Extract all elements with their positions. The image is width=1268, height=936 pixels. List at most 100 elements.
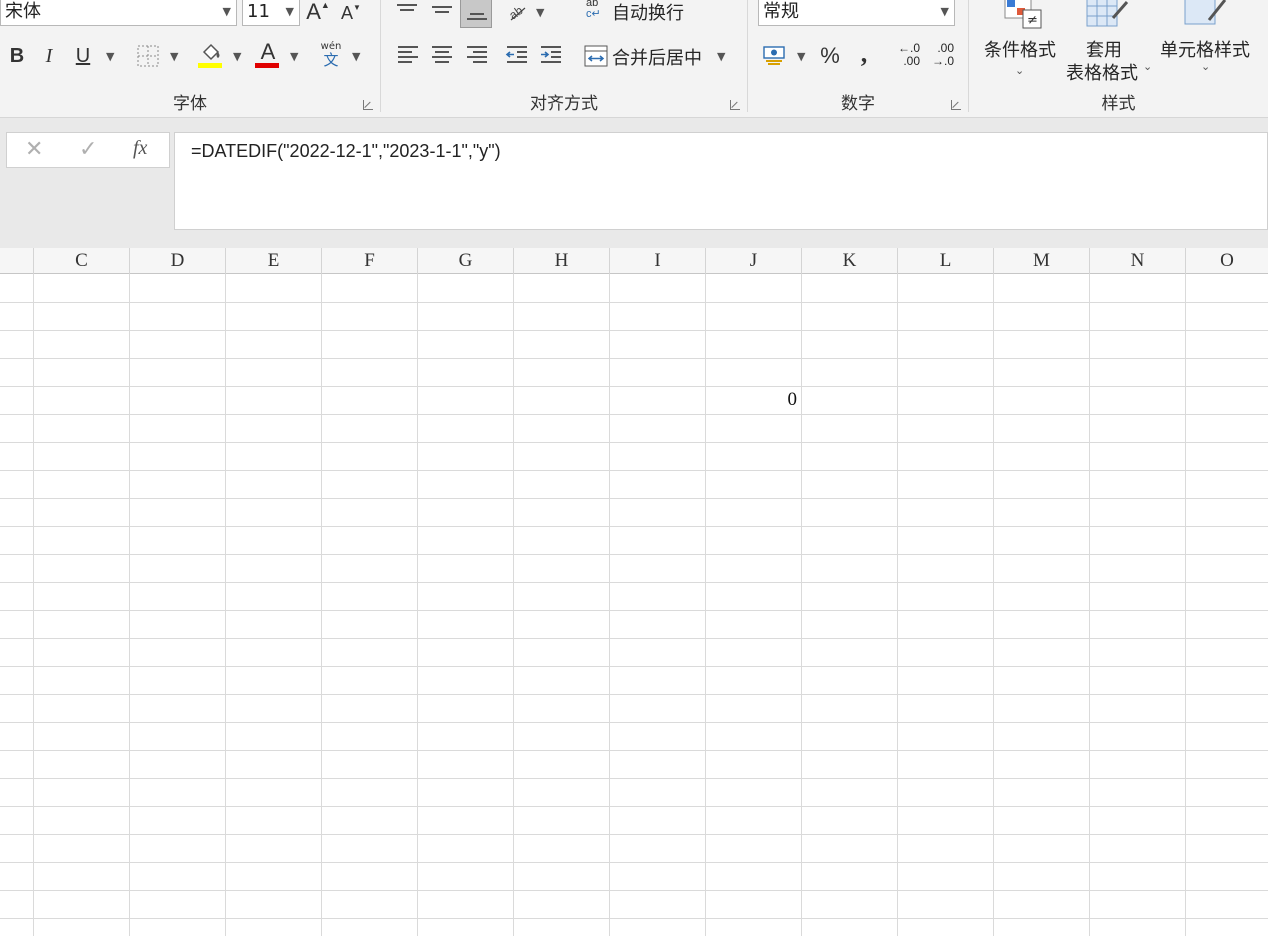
currency-icon	[763, 46, 785, 65]
row-gridline	[0, 750, 1268, 751]
align-middle-icon[interactable]	[432, 6, 452, 16]
font-color-dropdown-chevron-icon[interactable]: ▼	[290, 50, 298, 63]
font-color-button[interactable]: A	[255, 41, 281, 70]
percent-style-button[interactable]: %	[818, 42, 842, 70]
accounting-dropdown-chevron-icon[interactable]: ▼	[797, 50, 805, 63]
align-center-icon[interactable]	[432, 46, 452, 66]
grow-font-icon: A	[306, 0, 321, 24]
column-header-m[interactable]: M	[993, 248, 1089, 274]
increase-decimal-button[interactable]: ←.0 .00	[892, 42, 920, 70]
align-right-icon[interactable]	[467, 46, 487, 66]
chevron-down-icon: ⌄	[1143, 60, 1153, 73]
column-header-partial[interactable]	[0, 248, 33, 274]
percent-icon: %	[820, 43, 840, 68]
text-orientation-icon: ab	[506, 3, 525, 22]
column-header-g[interactable]: G	[417, 248, 513, 274]
column-header-j[interactable]: J	[705, 248, 801, 274]
cancel-icon[interactable]: ✕	[25, 137, 43, 162]
number-dialog-launcher-icon[interactable]	[951, 100, 961, 110]
phonetic-button[interactable]: wén 文	[318, 42, 344, 70]
align-bottom-button[interactable]	[460, 0, 492, 28]
format-as-table-label-line2: 表格格式	[1066, 63, 1138, 84]
column-gridline	[225, 274, 226, 936]
cell-styles-button[interactable]: 单元格样式 ⌄	[1155, 0, 1255, 82]
increase-decimal-bottom: .00	[903, 54, 920, 68]
borders-dropdown-chevron-icon[interactable]: ▼	[170, 50, 178, 63]
borders-icon	[137, 45, 159, 67]
alignment-group-label: 对齐方式	[530, 94, 598, 114]
column-gridline	[1185, 274, 1186, 936]
decrease-decimal-button[interactable]: .00 →.0	[926, 42, 954, 70]
font-dialog-launcher-icon[interactable]	[363, 100, 373, 110]
column-header-k[interactable]: K	[801, 248, 897, 274]
enter-icon[interactable]: ✓	[79, 137, 97, 162]
decrease-indent-button[interactable]	[505, 44, 529, 66]
conditional-formatting-button[interactable]: ≠ 条件格式 ⌄	[977, 0, 1063, 82]
row-gridline	[0, 806, 1268, 807]
row-gridline	[0, 386, 1268, 387]
column-header-c[interactable]: C	[33, 248, 129, 274]
grow-font-button[interactable]: A ▲	[305, 0, 331, 26]
column-gridline	[417, 274, 418, 936]
svg-text:≠: ≠	[1027, 13, 1038, 28]
align-left-icon[interactable]	[398, 46, 418, 66]
column-header-e[interactable]: E	[225, 248, 321, 274]
column-gridline	[609, 274, 610, 936]
font-size-value: 11	[247, 1, 270, 22]
row-gridline	[0, 498, 1268, 499]
align-top-icon[interactable]	[397, 4, 417, 14]
accounting-format-button[interactable]	[762, 44, 788, 68]
number-group: 常规 ▼ ▼ % , ←.0 .00 .00 →.0 数字	[748, 0, 968, 118]
orientation-button[interactable]: ab	[506, 0, 531, 24]
font-name-combo[interactable]: 宋体 ▼	[0, 0, 237, 26]
underline-dropdown-chevron-icon[interactable]: ▼	[106, 50, 114, 63]
column-gridline	[321, 274, 322, 936]
column-header-o[interactable]: O	[1185, 248, 1268, 274]
chevron-down-icon: ▼	[940, 5, 949, 18]
decrease-indent-icon	[505, 46, 527, 63]
formula-input[interactable]: =DATEDIF("2022-12-1","2023-1-1","y")	[174, 132, 1268, 230]
increase-indent-button[interactable]	[539, 44, 563, 66]
row-gridline	[0, 694, 1268, 695]
column-header-l[interactable]: L	[897, 248, 993, 274]
row-gridline	[0, 526, 1268, 527]
fill-color-dropdown-chevron-icon[interactable]: ▼	[233, 50, 241, 63]
row-gridline	[0, 302, 1268, 303]
row-gridline	[0, 890, 1268, 891]
paint-bucket-icon	[202, 43, 220, 61]
comma-icon: ,	[860, 39, 868, 68]
column-header-i[interactable]: I	[609, 248, 705, 274]
italic-button[interactable]: I	[36, 42, 62, 70]
chevron-down-icon: ⌄	[1201, 60, 1211, 73]
column-header-f[interactable]: F	[321, 248, 417, 274]
merge-center-button[interactable]: 合并后居中 ▼	[584, 42, 734, 70]
column-header-n[interactable]: N	[1089, 248, 1185, 274]
align-bottom-icon	[467, 13, 487, 23]
bold-button[interactable]: B	[4, 42, 30, 70]
font-color-swatch	[255, 63, 279, 68]
column-header-d[interactable]: D	[129, 248, 225, 274]
number-format-value: 常规	[763, 1, 799, 22]
underline-button[interactable]: U	[70, 42, 96, 70]
format-as-table-button[interactable]: 套用 表格格式 ⌄	[1061, 0, 1152, 84]
fill-color-button[interactable]	[198, 42, 224, 70]
shrink-font-button[interactable]: A ▼	[338, 0, 364, 26]
chevron-down-icon: ⌄	[1015, 64, 1025, 77]
insert-function-icon[interactable]: fx	[133, 137, 147, 160]
cell-value[interactable]: 0	[705, 389, 798, 411]
row-gridline	[0, 582, 1268, 583]
cell-grid[interactable]: 0	[0, 274, 1268, 936]
row-gridline	[0, 610, 1268, 611]
orientation-dropdown-chevron-icon[interactable]: ▼	[536, 6, 544, 19]
borders-button[interactable]	[137, 45, 159, 67]
comma-style-button[interactable]: ,	[854, 39, 874, 68]
wrap-text-button[interactable]: ab c↵ 自动换行	[586, 0, 706, 26]
phonetic-dropdown-chevron-icon[interactable]: ▼	[352, 50, 360, 63]
font-size-combo[interactable]: 11 ▼	[242, 0, 300, 26]
decrease-decimal-bottom: →.0	[931, 54, 954, 68]
number-format-combo[interactable]: 常规 ▼	[758, 0, 955, 26]
column-header-h[interactable]: H	[513, 248, 609, 274]
shrink-font-icon: A	[341, 2, 354, 23]
alignment-dialog-launcher-icon[interactable]	[730, 100, 740, 110]
merge-center-dropdown-chevron-icon[interactable]: ▼	[717, 50, 725, 63]
